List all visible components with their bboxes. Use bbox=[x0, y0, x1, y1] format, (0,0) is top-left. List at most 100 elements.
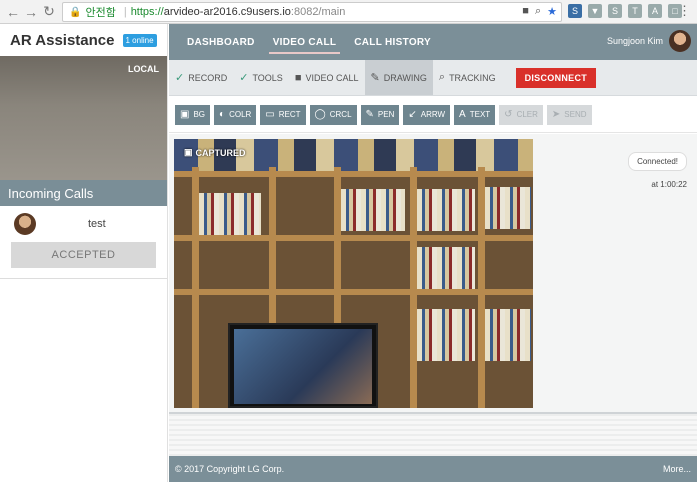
books bbox=[485, 187, 531, 229]
reload-icon[interactable]: ↻ bbox=[40, 3, 58, 21]
arrow-button[interactable]: ↙ ARRW bbox=[403, 104, 451, 125]
more-link[interactable]: More... bbox=[663, 464, 691, 474]
pen-icon: ✎ bbox=[365, 109, 374, 120]
books bbox=[417, 309, 475, 361]
tool-label: ARRW bbox=[420, 110, 446, 119]
extension-icon[interactable]: A bbox=[648, 4, 662, 18]
send-icon: ➤ bbox=[551, 109, 561, 120]
circle-button[interactable]: ◯ CRCL bbox=[309, 104, 357, 125]
call-toolbar: ✓ RECORD ✓ TOOLS ■ VIDEO CALL ✎ DRAWING … bbox=[169, 60, 697, 96]
extension-icon[interactable]: S bbox=[608, 4, 622, 18]
tool-label: CLER bbox=[516, 110, 538, 119]
divider bbox=[0, 278, 167, 279]
drawing-tools: ▣ BG ◐ COLR ▭ RECT ◯ CRCL ✎ PEN ↙ ARRW A… bbox=[169, 97, 697, 133]
pen-button[interactable]: ✎ PEN bbox=[360, 104, 400, 125]
brand-bar: AR Assistance 1 online bbox=[0, 24, 167, 56]
camera-icon[interactable]: ■ bbox=[522, 5, 529, 18]
drawing-label: DRAWING bbox=[383, 72, 427, 83]
undo-icon: ↺ bbox=[504, 109, 513, 120]
copyright: © 2017 Copyright LG Corp. bbox=[175, 464, 285, 474]
user-menu[interactable]: Sungjoon Kim bbox=[607, 30, 691, 52]
local-label: LOCAL bbox=[128, 64, 159, 74]
chat-message: Connected! bbox=[628, 152, 687, 171]
tool-label: CRCL bbox=[329, 110, 352, 119]
user-name: Sungjoon Kim bbox=[606, 36, 663, 46]
video-call-tab[interactable]: ■ VIDEO CALL bbox=[289, 60, 365, 95]
tool-label: SEND bbox=[564, 110, 587, 119]
nav-video-call[interactable]: VIDEO CALL bbox=[268, 24, 340, 60]
tools-toggle[interactable]: ✓ TOOLS bbox=[233, 60, 289, 95]
url-host: arvideo-ar2016.c9users.io bbox=[163, 6, 291, 18]
caller-name: test bbox=[88, 218, 106, 230]
rect-button[interactable]: ▭ RECT bbox=[260, 104, 306, 125]
nav-dashboard[interactable]: DASHBOARD bbox=[187, 24, 255, 60]
books bbox=[485, 309, 531, 361]
footer: © 2017 Copyright LG Corp. More... bbox=[169, 456, 697, 482]
extension-icon[interactable]: T bbox=[628, 4, 642, 18]
check-icon: ✓ bbox=[239, 72, 249, 84]
shelf-post bbox=[478, 167, 485, 408]
lock-icon: 🔒 bbox=[69, 6, 82, 18]
tools-label: TOOLS bbox=[252, 72, 283, 83]
tool-label: COLR bbox=[229, 110, 252, 119]
local-video: LOCAL bbox=[0, 56, 167, 180]
check-icon: ✓ bbox=[175, 72, 185, 84]
back-icon[interactable]: ← bbox=[4, 3, 22, 21]
video-camera-icon: ■ bbox=[294, 71, 302, 84]
rectangle-icon: ▭ bbox=[265, 109, 275, 120]
tool-label: PEN bbox=[377, 110, 395, 119]
sidebar: AR Assistance 1 online LOCAL Incoming Ca… bbox=[0, 24, 168, 482]
drawing-tab[interactable]: ✎ DRAWING bbox=[364, 60, 433, 95]
clear-button[interactable]: ↺ CLER bbox=[499, 104, 543, 125]
text-icon: A bbox=[459, 109, 466, 120]
tv-screen bbox=[234, 329, 372, 404]
contrast-icon: ◐ bbox=[219, 109, 226, 120]
tracking-label: TRACKING bbox=[449, 72, 496, 83]
bg-button[interactable]: ▣ BG bbox=[175, 104, 211, 125]
nav-call-history[interactable]: CALL HISTORY bbox=[354, 24, 431, 60]
disconnect-button[interactable]: DISCONNECT bbox=[515, 67, 597, 88]
avatar bbox=[14, 213, 36, 235]
forward-icon[interactable]: → bbox=[22, 3, 40, 21]
bottom-panel bbox=[169, 414, 697, 456]
bookmark-star-icon[interactable]: ★ bbox=[547, 5, 557, 18]
color-button[interactable]: ◐ COLR bbox=[214, 104, 257, 125]
top-nav: DASHBOARD VIDEO CALL CALL HISTORY Sungjo… bbox=[169, 24, 697, 60]
url-path: :8082/main bbox=[290, 6, 346, 18]
caller-row[interactable]: test bbox=[0, 206, 167, 242]
image-icon: ▣ bbox=[184, 147, 193, 157]
tool-label: BG bbox=[193, 110, 206, 119]
image-icon: ▣ bbox=[180, 109, 190, 120]
books bbox=[417, 189, 475, 231]
avatar bbox=[669, 30, 691, 52]
extensions-area: S ▼ S T A □ bbox=[568, 4, 682, 18]
chat-timestamp: at 1:00:22 bbox=[651, 180, 687, 189]
captured-frame[interactable]: ▣ CAPTURED bbox=[174, 139, 533, 408]
tracking-tab[interactable]: ⌕ TRACKING bbox=[433, 60, 502, 95]
main-panel: ▣ CAPTURED Connected! at 1:00:22 bbox=[169, 134, 697, 456]
app-title[interactable]: AR Assistance bbox=[10, 32, 115, 49]
tool-label: RECT bbox=[278, 110, 301, 119]
browser-toolbar: ← → ↻ 🔒 안전함 | https:// arvideo-ar2016.c9… bbox=[0, 0, 697, 24]
url-scheme: https:// bbox=[130, 6, 164, 18]
address-separator: | bbox=[123, 6, 127, 18]
books bbox=[417, 247, 475, 289]
shelf-post bbox=[192, 167, 199, 408]
zoom-icon[interactable]: ⌕ bbox=[535, 5, 541, 18]
send-button[interactable]: ➤ SEND bbox=[546, 104, 592, 125]
shelf-post bbox=[410, 167, 417, 408]
menu-icon[interactable]: ⋮ bbox=[678, 3, 691, 19]
extension-icon[interactable]: S bbox=[568, 4, 582, 18]
captured-label: CAPTURED bbox=[195, 147, 246, 158]
record-toggle[interactable]: ✓ RECORD bbox=[169, 60, 233, 95]
extension-icon[interactable]: ▼ bbox=[588, 4, 602, 18]
tool-label: TEXT bbox=[469, 110, 491, 119]
tv bbox=[228, 323, 378, 408]
text-button[interactable]: A TEXT bbox=[454, 104, 496, 125]
books bbox=[199, 193, 261, 235]
accepted-button[interactable]: ACCEPTED bbox=[11, 242, 156, 268]
address-bar[interactable]: 🔒 안전함 | https:// arvideo-ar2016.c9users.… bbox=[62, 2, 562, 22]
secure-label: 안전함 bbox=[85, 7, 116, 19]
books bbox=[341, 189, 405, 231]
search-icon: ⌕ bbox=[438, 71, 446, 83]
